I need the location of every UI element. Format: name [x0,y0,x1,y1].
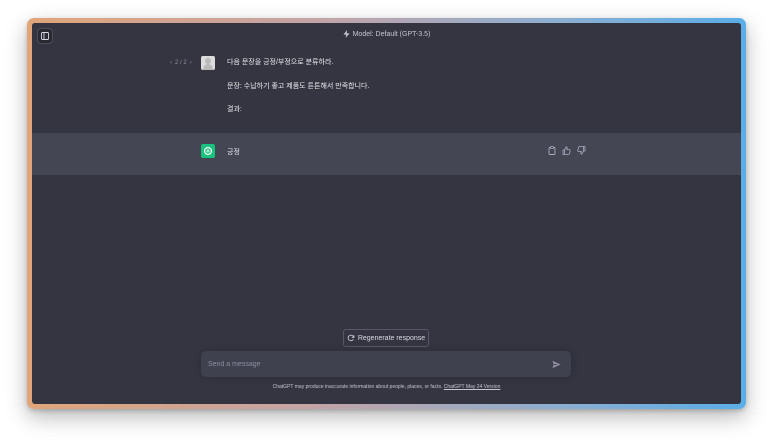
regenerate-response-button[interactable]: Regenerate response [343,329,429,347]
message-input[interactable] [208,358,538,370]
refresh-icon [347,334,355,342]
top-bar: Model: Default (GPT-3.5) [32,23,741,46]
sidebar-toggle-icon [41,32,49,40]
thumbs-down-icon[interactable] [577,146,586,155]
version-link[interactable]: ChatGPT May 24 Version [444,384,501,390]
assistant-message-text: 긍정 [227,149,240,156]
thumbs-up-icon[interactable] [562,146,571,155]
message-pager: ‹ 2 / 2 › [170,60,192,66]
chat-app: Model: Default (GPT-3.5) ‹ 2 / 2 › 다음 문장… [32,23,741,404]
send-button[interactable] [551,359,561,369]
message-actions [547,146,586,155]
user-message-row [32,45,741,134]
footer-disclaimer: ChatGPT may produce inaccurate informati… [32,384,741,390]
bolt-icon [343,30,350,38]
user-avatar-icon [201,56,215,70]
regenerate-label: Regenerate response [357,334,426,342]
chevron-left-icon[interactable]: ‹ [170,60,172,66]
user-message-text: 다음 문장을 긍정/부정으로 분류하라. 문장: 수납하기 좋고 제품도 튼튼해… [227,57,369,116]
chevron-right-icon[interactable]: › [190,60,192,66]
user-message-line: 결과: [227,106,242,113]
user-message-line: 다음 문장을 긍정/부정으로 분류하라. [227,59,334,66]
footer-text: ChatGPT may produce inaccurate informati… [272,384,443,390]
sidebar-toggle-button[interactable] [37,28,53,44]
window-resize-handle[interactable]: · · · [742,27,744,41]
copy-icon[interactable] [547,146,556,155]
model-selector[interactable]: Model: Default (GPT-3.5) [343,30,431,38]
openai-logo-icon [201,144,215,158]
message-composer [201,351,571,377]
pager-count: 2 / 2 [175,60,187,66]
user-message-line: 문장: 수납하기 좋고 제품도 튼튼해서 만족합니다. [227,82,370,90]
assistant-message-row [32,133,741,175]
model-label: Model: Default (GPT-3.5) [352,30,431,38]
send-icon [552,360,560,368]
